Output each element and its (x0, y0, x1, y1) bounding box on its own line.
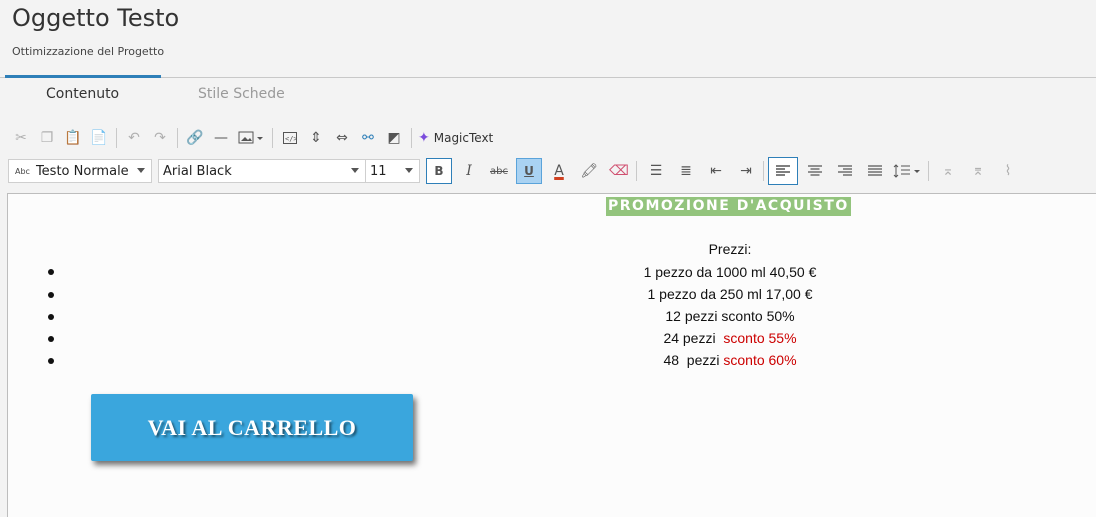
go-to-cart-button[interactable]: VAI AL CARRELLO (91, 394, 413, 461)
toolbar-separator (763, 161, 764, 181)
go-to-cart-label: VAI AL CARRELLO (147, 414, 357, 440)
magic-text-button[interactable]: ✦ MagicText (418, 130, 493, 146)
page-subtitle: Ottimizzazione del Progetto (12, 45, 165, 58)
undo-icon[interactable]: ↶ (121, 125, 147, 151)
indent-icon[interactable]: ⇥ (733, 158, 759, 184)
paragraph-style-select[interactable]: Abc Testo Normale (8, 159, 152, 183)
toolbar-row-2: Abc Testo Normale Arial Black 11 B I abc… (8, 157, 1021, 185)
clear-format-icon[interactable]: ⌫ (606, 158, 632, 184)
page-title: Oggetto Testo (12, 4, 180, 32)
list-item-text: 12 pezzi sconto 50% (665, 308, 795, 324)
strikethrough-button[interactable]: abc (486, 158, 512, 184)
font-family-value: Arial Black (163, 163, 232, 179)
toolbar-separator (177, 128, 178, 148)
horizontal-rule-icon[interactable]: — (208, 125, 234, 151)
chevron-down-icon (351, 168, 359, 173)
cut-icon[interactable]: ✂ (8, 125, 34, 151)
list-item: 24 pezzi sconto 55% (0, 330, 1096, 346)
active-tab-indicator (5, 75, 161, 78)
toolbar-separator (116, 128, 117, 148)
redo-icon[interactable]: ↷ (147, 125, 173, 151)
header-divider (0, 77, 1096, 78)
toolbar-separator (928, 161, 929, 181)
toolbar-row-1: ✂ ❐ 📋 📄 ↶ ↷ 🔗 — </> ⇕ ⇔ ⚯ ◩ ✦ MagicText (8, 124, 493, 152)
align-center-button[interactable] (802, 158, 828, 184)
toolbar-separator (272, 128, 273, 148)
chevron-down-icon (405, 168, 413, 173)
svg-text:</>: </> (285, 135, 297, 143)
font-family-select[interactable]: Arial Black (158, 159, 366, 183)
list-item-text: 1 pezzo da 1000 ml 40,50 € (643, 264, 817, 280)
font-size-select[interactable]: 11 (366, 159, 420, 183)
align-right-button[interactable] (832, 158, 858, 184)
outdent-icon[interactable]: ⇤ (703, 158, 729, 184)
promo-heading: PROMOZIONE D'ACQUISTO (606, 197, 851, 216)
list-item: 1 pezzo da 1000 ml 40,50 € (0, 264, 1096, 280)
list-item-text: 24 pezzi (663, 330, 724, 346)
underline-button[interactable]: U (516, 158, 542, 184)
text-object-editor: Oggetto Testo Ottimizzazione del Progett… (0, 0, 1096, 517)
bullet-list-icon[interactable]: ☰ (643, 158, 669, 184)
italic-button[interactable]: I (456, 158, 482, 184)
prices-label-text: Prezzi: (708, 241, 752, 257)
style-preview-label: Abc (15, 166, 30, 176)
line-height-icon[interactable] (890, 158, 924, 184)
list-item-text: 48 pezzi (663, 352, 724, 368)
contrast-icon[interactable]: ◩ (381, 125, 407, 151)
font-color-button[interactable]: A (546, 158, 572, 184)
sparkle-icon: ✦ (418, 130, 430, 146)
prices-label: Prezzi: (0, 241, 1096, 257)
magic-text-label: MagicText (433, 131, 494, 145)
vertical-space-icon[interactable]: ⇕ (303, 125, 329, 151)
tab-contenuto[interactable]: Contenuto (46, 86, 119, 102)
chevron-down-icon (137, 168, 145, 173)
list-item-text: 1 pezzo da 250 ml 17,00 € (647, 286, 813, 302)
list-item-discount: sconto 55% (723, 330, 797, 346)
tab-stile-schede[interactable]: Stile Schede (198, 86, 285, 102)
spacing-middle-icon[interactable]: ⌆ (965, 158, 991, 184)
list-item: 1 pezzo da 250 ml 17,00 € (0, 286, 1096, 302)
numbered-list-icon[interactable]: ≣ (673, 158, 699, 184)
highlight-color-icon[interactable]: 🖍 (576, 158, 602, 184)
bold-button[interactable]: B (426, 158, 452, 184)
spacing-bottom-icon[interactable]: ⌇ (995, 158, 1021, 184)
justify-button[interactable] (862, 158, 888, 184)
list-item: 48 pezzi sconto 60% (0, 352, 1096, 368)
paragraph-style-value: Testo Normale (35, 163, 129, 179)
paste-text-icon[interactable]: 📄 (86, 125, 112, 151)
font-size-value: 11 (370, 163, 387, 179)
source-code-icon[interactable]: </> (277, 125, 303, 151)
spacing-top-icon[interactable]: ⌅ (935, 158, 961, 184)
image-icon[interactable] (234, 125, 268, 151)
link-icon[interactable]: 🔗 (182, 125, 208, 151)
list-item-discount: sconto 60% (723, 352, 797, 368)
copy-icon[interactable]: ❐ (34, 125, 60, 151)
align-left-button[interactable] (768, 157, 798, 185)
special-link-icon[interactable]: ⚯ (355, 125, 381, 151)
toolbar-separator (411, 128, 412, 148)
toolbar-separator (636, 161, 637, 181)
list-item: 12 pezzi sconto 50% (0, 308, 1096, 324)
horizontal-space-icon[interactable]: ⇔ (329, 125, 355, 151)
paste-icon[interactable]: 📋 (60, 125, 86, 151)
